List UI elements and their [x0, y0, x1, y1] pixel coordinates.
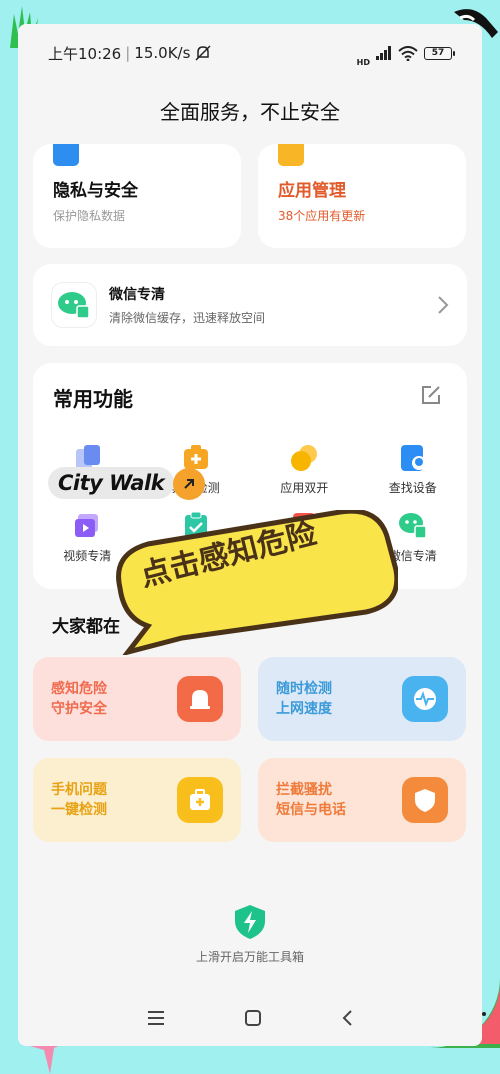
func-item-find-device[interactable]: 查找设备: [359, 443, 468, 495]
chevron-right-icon: [438, 296, 449, 314]
signal-icon: [376, 46, 391, 60]
arrow-up-right-icon: [173, 468, 205, 500]
home-icon[interactable]: [244, 1009, 262, 1027]
func-label-dual-apps: 应用双开: [280, 481, 329, 495]
promo-block-line2: 短信与电话: [276, 802, 346, 818]
promo-phone-check[interactable]: 手机问题 一键检测: [33, 758, 241, 842]
app-manage-subtitle: 38个应用有更新: [278, 209, 366, 223]
func-item-dual-apps[interactable]: 应用双开: [250, 443, 359, 495]
promo-speed-check[interactable]: 随时检测 上网速度: [258, 657, 466, 741]
wifi-icon: [398, 45, 418, 61]
app-manage-icon: [278, 144, 304, 166]
app-manage-title: 应用管理: [278, 181, 346, 201]
hd-badge: HD: [356, 57, 370, 67]
privacy-security-card[interactable]: 隐私与安全 保护隐私数据: [33, 144, 241, 248]
privacy-subtitle: 保护隐私数据: [53, 209, 126, 223]
privacy-title: 隐私与安全: [53, 181, 138, 201]
swipe-hint-label: 上滑开启万能工具箱: [195, 950, 304, 964]
dual-app-icon: [291, 445, 318, 471]
video-clean-icon: [75, 514, 99, 537]
promo-speed-line1: 随时检测: [276, 681, 332, 697]
status-divider: |: [125, 44, 131, 62]
lightning-shield-icon: [235, 905, 265, 939]
promo-phone-line1: 手机问题: [51, 782, 107, 798]
promo-phone-line2: 一键检测: [51, 802, 107, 818]
mute-bell-icon: [195, 45, 211, 61]
alarm-icon: [177, 676, 223, 722]
promo-speed-line2: 上网速度: [276, 701, 332, 717]
battery-icon: 57: [424, 46, 455, 60]
func-label-find-device: 查找设备: [388, 481, 437, 495]
toolbox-swipe-hint[interactable]: 上滑开启万能工具箱: [18, 904, 482, 965]
promo-block-line1: 拦截骚扰: [276, 782, 332, 798]
wechat-clean-title: 微信专清: [109, 287, 165, 303]
wechat-clean-subtitle: 清除微信缓存，迅速释放空间: [109, 311, 266, 325]
wechat-clean-icon: [51, 282, 97, 328]
privacy-icon: [53, 144, 79, 166]
promo-danger-line2: 守护安全: [51, 701, 107, 717]
navigation-bar: [18, 990, 482, 1046]
speed-monitor-icon: [402, 676, 448, 722]
repair-kit-icon: [177, 777, 223, 823]
city-walk-tag: City Walk: [48, 467, 175, 499]
page-title: 全面服务，不止安全: [160, 100, 340, 124]
status-bar: 上午10:26 | 15.0K/s HD 57: [18, 24, 482, 82]
wechat-clean-card[interactable]: 微信专清 清除微信缓存，迅速释放空间: [33, 264, 467, 346]
functions-title: 常用功能: [53, 387, 133, 411]
shield-icon: [402, 777, 448, 823]
wechat-clean-icon: [398, 513, 427, 539]
promo-danger-line1: 感知危险: [51, 681, 107, 697]
menu-icon[interactable]: [147, 1010, 165, 1026]
app-management-card[interactable]: 应用管理 38个应用有更新: [258, 144, 466, 248]
status-net-speed: 15.0K/s: [134, 44, 191, 62]
func-label-video-clean: 视频专清: [63, 549, 112, 563]
promo-block-harass[interactable]: 拦截骚扰 短信与电话: [258, 758, 466, 842]
find-device-icon: [400, 445, 426, 471]
edit-icon[interactable]: [421, 385, 441, 405]
status-time: 上午10:26: [48, 44, 122, 63]
promo-danger-sense[interactable]: 感知危险 守护安全: [33, 657, 241, 741]
back-icon[interactable]: [341, 1009, 353, 1027]
